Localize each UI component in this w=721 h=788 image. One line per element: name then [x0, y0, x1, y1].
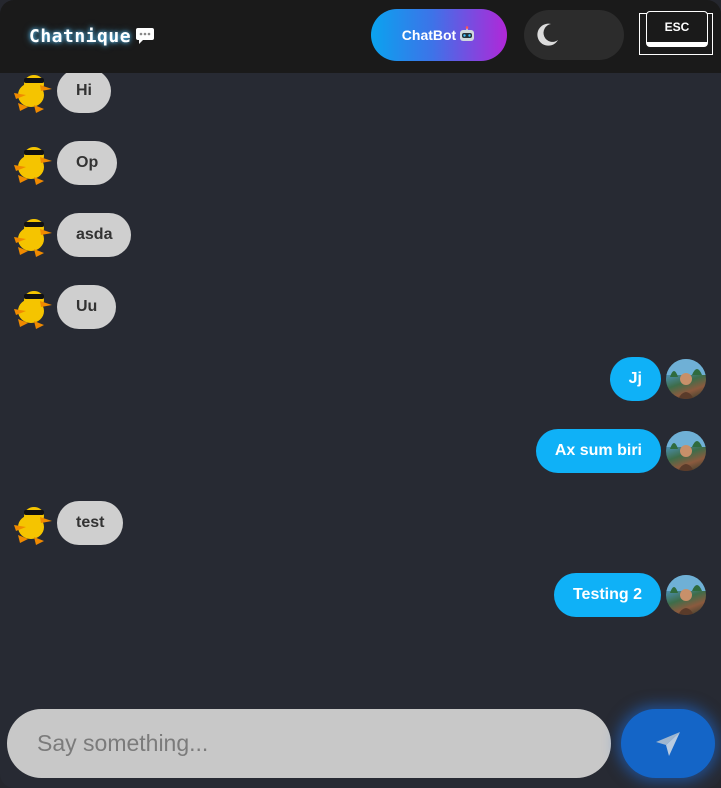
user-photo-avatar	[666, 575, 706, 615]
message-text: Testing 2	[553, 573, 661, 617]
brand-name: Chatnique	[29, 25, 132, 47]
theme-toggle[interactable]	[524, 10, 624, 60]
message-outgoing: Ax sum biri	[535, 429, 706, 473]
message-text: Hi	[57, 69, 111, 113]
message-text: Uu	[57, 285, 117, 329]
top-bar: Chatnique ChatBot ESC	[0, 0, 721, 73]
message-incoming: test	[10, 501, 124, 545]
message-incoming: Op	[10, 141, 118, 185]
duck-avatar-icon	[14, 507, 52, 545]
duck-avatar-icon	[14, 147, 52, 185]
send-button[interactable]	[621, 709, 715, 778]
esc-button[interactable]: ESC	[646, 11, 708, 47]
user-photo-avatar	[666, 431, 706, 471]
message-incoming: Uu	[10, 285, 117, 329]
message-incoming: asda	[10, 213, 132, 257]
duck-avatar-icon	[14, 291, 52, 329]
message-outgoing: Testing 2	[553, 573, 706, 617]
message-text: test	[57, 501, 124, 545]
message-text: Op	[57, 141, 118, 185]
speech-bubble-icon	[136, 28, 155, 44]
chatbot-button[interactable]: ChatBot	[371, 9, 507, 61]
chat-app: Hi Op asda Uu Jj Ax sum biri test Testin…	[0, 0, 721, 788]
message-text: asda	[57, 213, 132, 257]
user-photo-avatar	[666, 359, 706, 399]
duck-avatar-icon	[14, 219, 52, 257]
message-text: Ax sum biri	[535, 429, 661, 473]
message-outgoing: Jj	[609, 357, 706, 401]
robot-icon	[460, 26, 475, 41]
chatbot-label: ChatBot	[401, 27, 457, 43]
duck-avatar-icon	[14, 75, 52, 113]
message-text: Jj	[609, 357, 661, 401]
brand-logo[interactable]: Chatnique	[29, 22, 155, 50]
moon-icon	[537, 23, 558, 46]
message-incoming: Hi	[10, 69, 111, 113]
message-input[interactable]	[7, 709, 611, 778]
send-icon	[656, 731, 680, 756]
message-list[interactable]: Hi Op asda Uu Jj Ax sum biri test Testin…	[0, 0, 721, 700]
